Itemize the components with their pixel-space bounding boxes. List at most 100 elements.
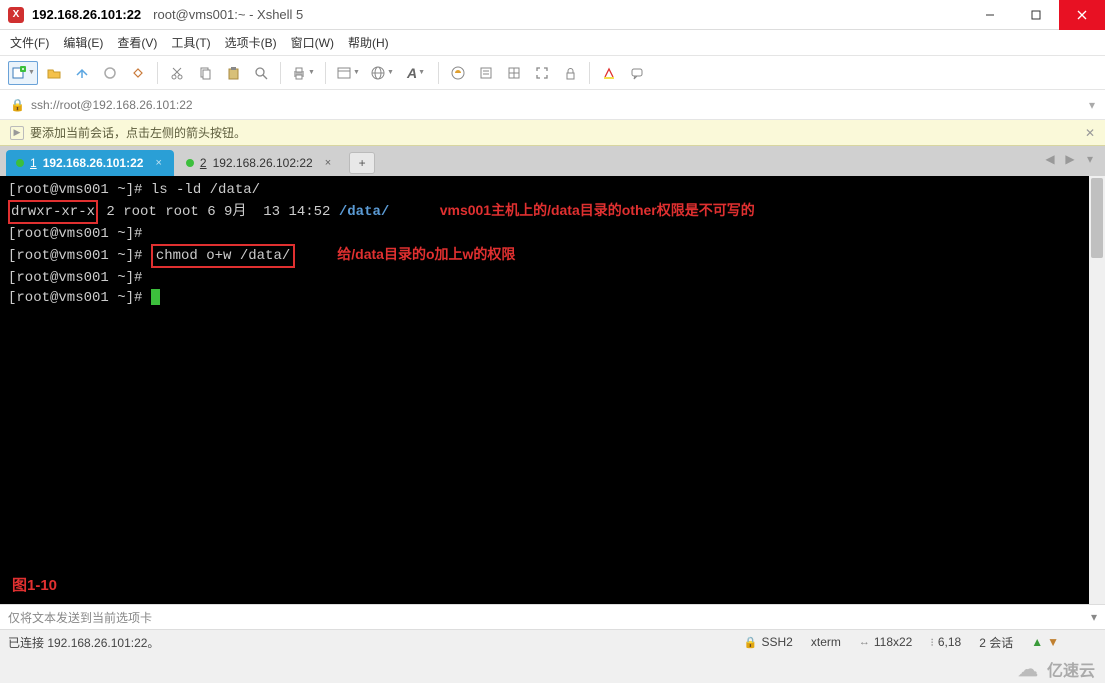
arrow-hint-icon[interactable]: ▶: [10, 126, 24, 140]
menubar: 文件(F) 编辑(E) 查看(V) 工具(T) 选项卡(B) 窗口(W) 帮助(…: [0, 30, 1105, 56]
status-connected: 已连接 192.168.26.101:22。: [8, 634, 159, 651]
tab-label: 192.168.26.102:22: [213, 156, 313, 170]
tab-num: 1: [30, 156, 37, 170]
chmod-highlight: chmod o+w /data/: [151, 244, 295, 268]
status-proto: 🔒SSH2: [744, 635, 793, 649]
lock-icon: 🔒: [10, 98, 25, 112]
permission-highlight: drwxr-xr-x: [8, 200, 98, 224]
cmd-chmod: chmod o+w /data/: [156, 248, 290, 264]
new-session-button[interactable]: ▼: [8, 61, 38, 85]
menu-window[interactable]: 窗口(W): [291, 34, 334, 51]
menu-help[interactable]: 帮助(H): [348, 34, 389, 51]
tab-nav: ◀ ▶ ▾: [1041, 150, 1099, 168]
chevron-down-icon[interactable]: ▾: [1089, 98, 1095, 112]
reconnect-button[interactable]: [98, 61, 122, 85]
figure-label: 图1-10: [12, 576, 57, 596]
minimize-button[interactable]: [967, 0, 1013, 30]
toolbar-separator: [157, 62, 158, 84]
hint-text: 要添加当前会话，点击左侧的箭头按钮。: [30, 124, 246, 141]
session-tab-2[interactable]: 2 192.168.26.102:22 ×: [176, 150, 343, 176]
titlebar: X 192.168.26.101:22 root@vms001:~ - Xshe…: [0, 0, 1105, 30]
cloud-icon: ☁: [1013, 659, 1043, 679]
encoding-button[interactable]: ▼: [367, 61, 397, 85]
copy-button[interactable]: [193, 61, 217, 85]
layout-button[interactable]: [502, 61, 526, 85]
fullscreen-button[interactable]: [530, 61, 554, 85]
status-sessions: 2 会话: [979, 634, 1013, 651]
tabsbar: 1 192.168.26.101:22 × 2 192.168.26.102:2…: [0, 146, 1105, 176]
lock-button[interactable]: [558, 61, 582, 85]
chevron-down-icon: ▼: [387, 69, 394, 76]
properties-button[interactable]: ▼: [333, 61, 363, 85]
window-controls: [967, 0, 1105, 30]
toolbar: ▼ ▼ ▼ ▼ A▼: [0, 56, 1105, 90]
title-ip: 192.168.26.101:22: [32, 7, 141, 22]
terminal[interactable]: [root@vms001 ~]# ls -ld /data/ drwxr-xr-…: [0, 176, 1105, 604]
perm-text: drwxr-xr-x: [11, 204, 95, 220]
watermark: ☁ 亿速云: [1013, 657, 1095, 681]
chevron-down-icon: ▼: [353, 69, 360, 76]
open-button[interactable]: [42, 61, 66, 85]
menu-view[interactable]: 查看(V): [117, 34, 157, 51]
color-button[interactable]: [446, 61, 470, 85]
tab-label: 192.168.26.101:22: [43, 156, 144, 170]
lock-icon: 🔒: [744, 636, 758, 649]
annotation-2: 给/data目录的o加上w的权限: [337, 246, 515, 262]
tab-close-icon[interactable]: ×: [325, 157, 331, 169]
find-button[interactable]: [249, 61, 273, 85]
menu-tabs[interactable]: 选项卡(B): [225, 34, 277, 51]
cmd-ls: ls -ld /data/: [151, 182, 260, 198]
toolbar-separator: [438, 62, 439, 84]
prompt: [root@vms001 ~]#: [8, 290, 142, 306]
chat-button[interactable]: [625, 61, 649, 85]
script-button[interactable]: [474, 61, 498, 85]
font-button[interactable]: A▼: [401, 61, 431, 85]
tab-prev-button[interactable]: ◀: [1041, 150, 1059, 168]
hint-close-icon[interactable]: ✕: [1085, 126, 1095, 140]
prompt: [root@vms001 ~]#: [8, 226, 142, 242]
statusbar: 已连接 192.168.26.101:22。 🔒SSH2 xterm ↔118x…: [0, 630, 1105, 654]
tab-next-button[interactable]: ▶: [1061, 150, 1079, 168]
annotation-1: vms001主机上的/data目录的other权限是不可写的: [440, 202, 755, 218]
terminal-scrollbar[interactable]: [1089, 176, 1105, 604]
menu-tools[interactable]: 工具(T): [171, 34, 210, 51]
address-url: ssh://root@192.168.26.101:22: [31, 98, 193, 112]
status-term: xterm: [811, 635, 841, 649]
send-placeholder: 仅将文本发送到当前选项卡: [8, 609, 152, 626]
addressbar[interactable]: 🔒 ssh://root@192.168.26.101:22 ▾: [0, 90, 1105, 120]
hintbar: ▶ 要添加当前会话，点击左侧的箭头按钮。 ✕: [0, 120, 1105, 146]
status-dot-icon: [16, 159, 24, 167]
status-dot-icon: [186, 159, 194, 167]
prompt: [root@vms001 ~]#: [8, 248, 142, 264]
paste-button[interactable]: [221, 61, 245, 85]
chevron-down-icon: ▼: [28, 69, 35, 76]
tab-add-button[interactable]: +: [349, 152, 375, 174]
watermark-text: 亿速云: [1047, 657, 1095, 681]
disconnect-button[interactable]: [126, 61, 150, 85]
chevron-down-icon: ▼: [418, 69, 425, 76]
cursor: [151, 289, 160, 305]
print-button[interactable]: ▼: [288, 61, 318, 85]
tab-close-icon[interactable]: ×: [155, 157, 161, 169]
tab-list-button[interactable]: ▾: [1081, 150, 1099, 168]
highlight-button[interactable]: [597, 61, 621, 85]
prompt: [root@vms001 ~]#: [8, 182, 142, 198]
status-size: ↔118x22: [859, 635, 912, 649]
title-rest: root@vms001:~ - Xshell 5: [153, 7, 303, 22]
toolbar-separator: [589, 62, 590, 84]
session-tab-1[interactable]: 1 192.168.26.101:22 ×: [6, 150, 174, 176]
menu-file[interactable]: 文件(F): [10, 34, 49, 51]
size-icon: ↔: [859, 636, 870, 648]
menu-edit[interactable]: 编辑(E): [63, 34, 103, 51]
toolbar-separator: [280, 62, 281, 84]
close-button[interactable]: [1059, 0, 1105, 30]
maximize-button[interactable]: [1013, 0, 1059, 30]
chevron-down-icon[interactable]: ▾: [1091, 610, 1097, 624]
cut-button[interactable]: [165, 61, 189, 85]
send-input-bar[interactable]: 仅将文本发送到当前选项卡 ▾: [0, 604, 1105, 630]
ls-details: 2 root root 6 9月 13 14:52: [98, 204, 339, 220]
transfer-button[interactable]: [70, 61, 94, 85]
status-updown: ▲ ▼: [1031, 635, 1059, 649]
scrollbar-thumb[interactable]: [1091, 178, 1103, 258]
dir-name: /data/: [339, 204, 389, 220]
